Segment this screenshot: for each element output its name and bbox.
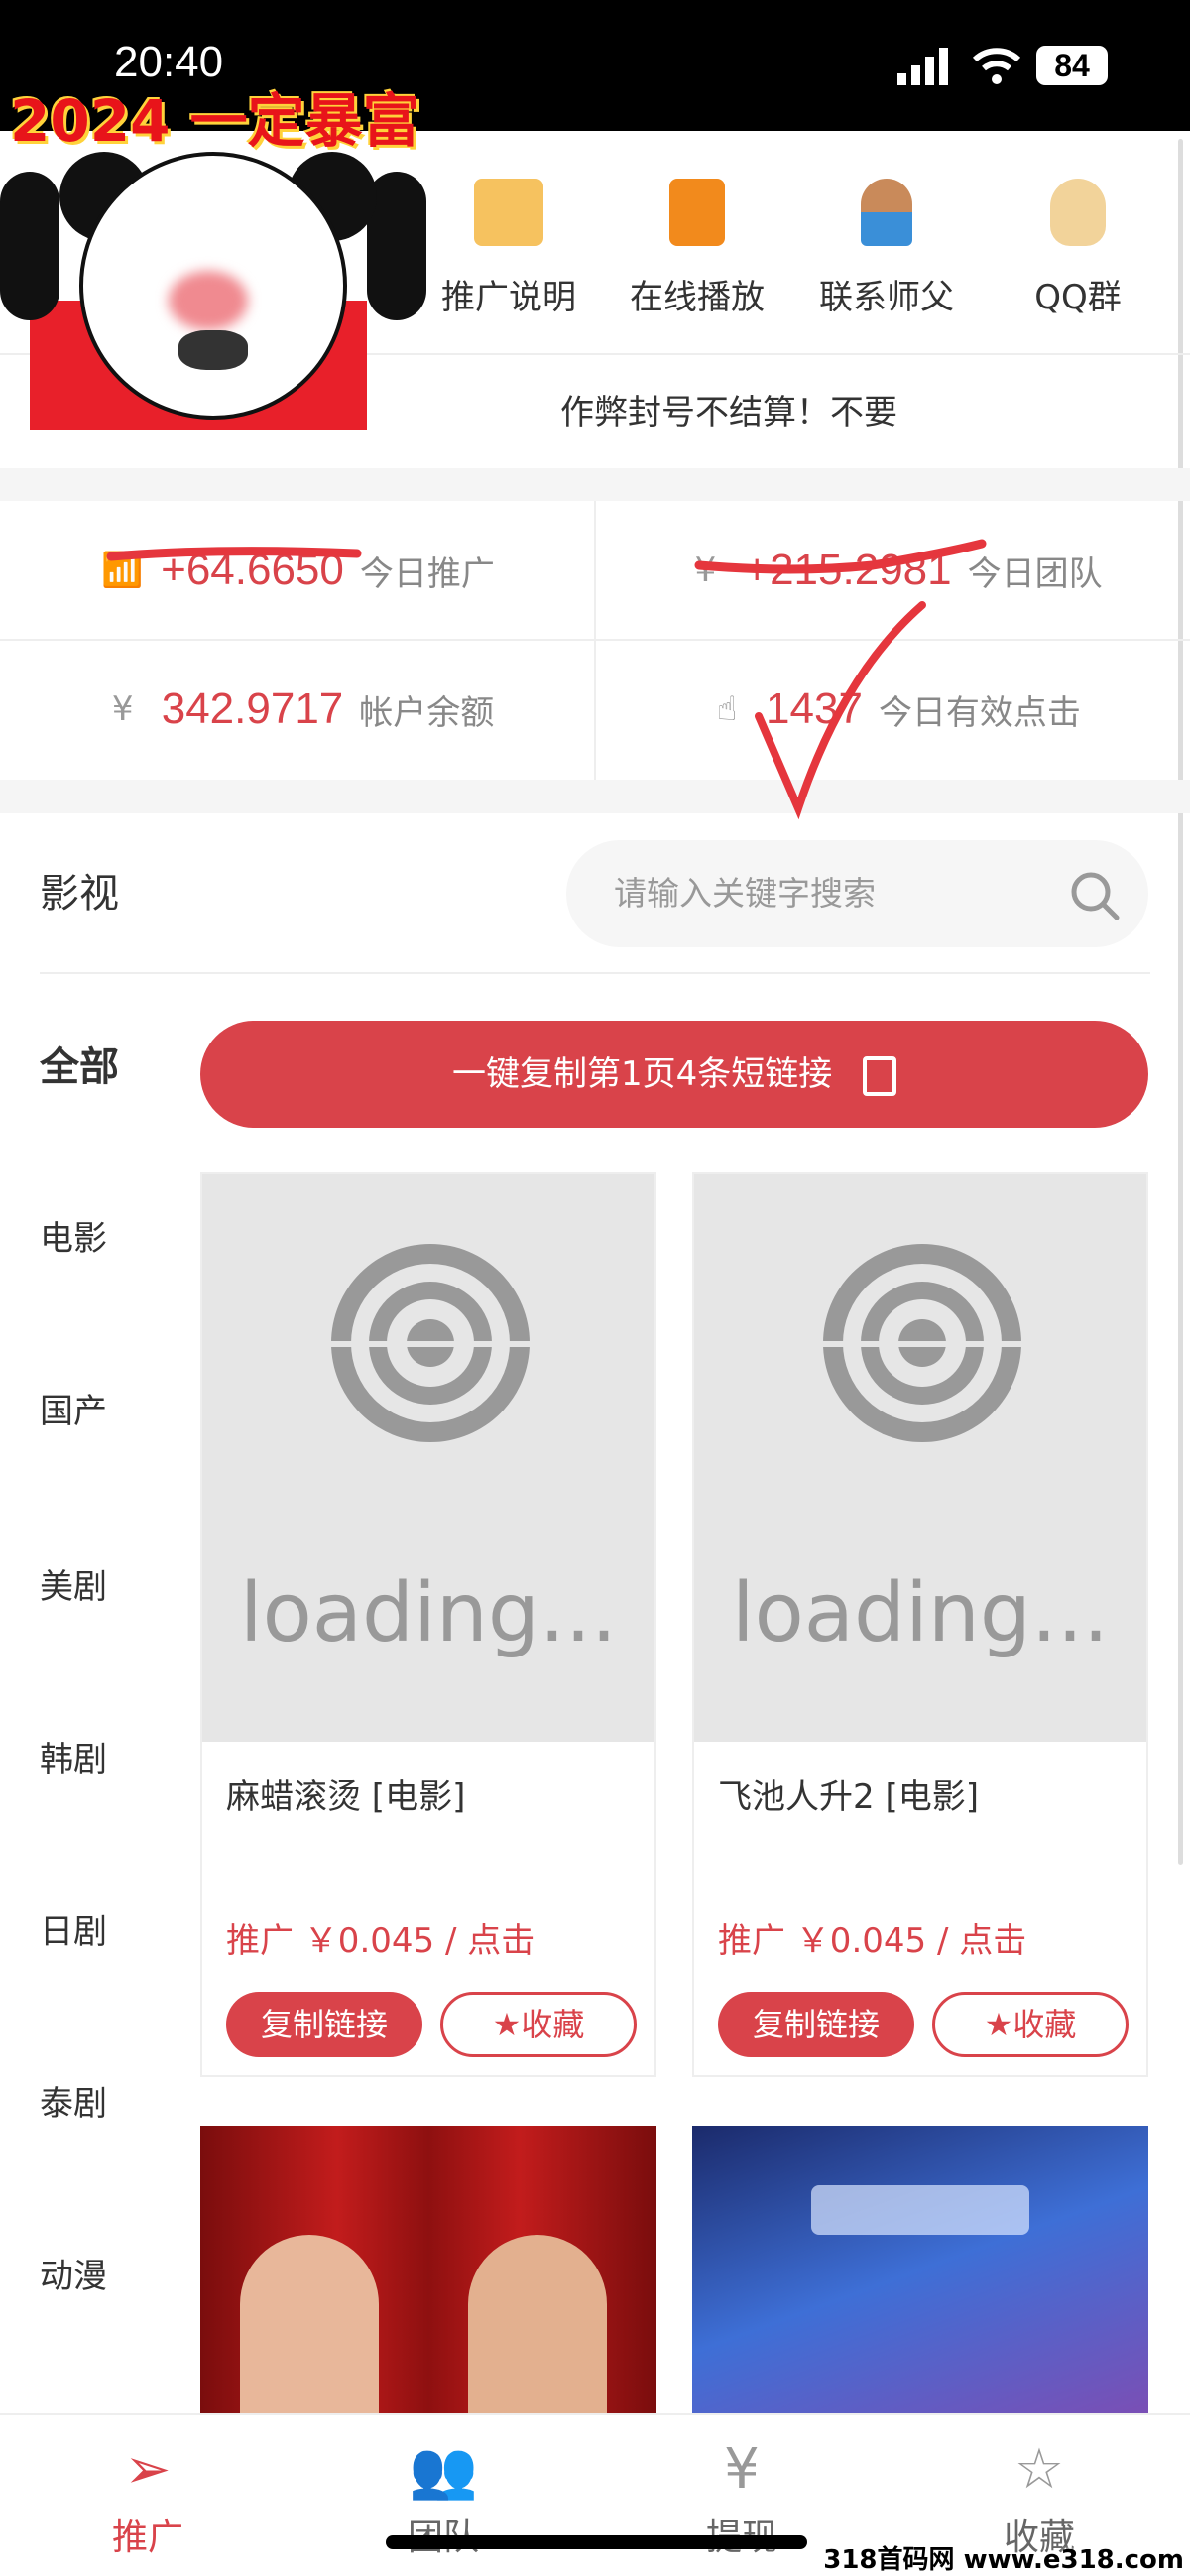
paper-plane-icon: ➢ xyxy=(124,2437,172,2502)
star-icon: ★ xyxy=(984,2006,1013,2043)
movie-title: 麻蜡滚烫 [电影] xyxy=(226,1778,466,1817)
category-thai-drama[interactable]: 泰剧 xyxy=(40,2076,107,2125)
handwritten-annotations xyxy=(106,539,987,820)
category-us-drama[interactable]: 美剧 xyxy=(40,1559,107,1608)
battery-indicator: 84 xyxy=(1036,46,1108,85)
star-icon: ★ xyxy=(492,2006,522,2043)
copy-all-links-button[interactable]: 一键复制第1页4条短链接 xyxy=(200,1021,1148,1128)
copy-link-button[interactable]: 复制链接 xyxy=(718,1992,914,2057)
favorite-button[interactable]: ★收藏 xyxy=(440,1992,637,2057)
loading-placeholder: loading... xyxy=(202,1174,654,1742)
team-icon: 👥 xyxy=(409,2438,478,2503)
movie-poster[interactable] xyxy=(692,2126,1148,2413)
home-indicator[interactable] xyxy=(386,2535,807,2549)
quick-link-promo-guide[interactable]: 推广说明 xyxy=(419,179,598,318)
quick-link-contact-mentor[interactable]: 联系师父 xyxy=(797,179,976,318)
signal-icon xyxy=(897,48,948,85)
folder-icon xyxy=(474,179,543,246)
category-anime[interactable]: 动漫 xyxy=(40,2249,107,2297)
promo-price: 推广 ￥0.045 / 点击 xyxy=(718,1921,1027,1961)
category-j-drama[interactable]: 日剧 xyxy=(40,1904,107,1953)
section-title: 影视 xyxy=(40,871,119,917)
movie-poster[interactable] xyxy=(200,2126,656,2413)
movie-title: 飞池人升2 [电影] xyxy=(718,1778,979,1817)
loading-icon xyxy=(321,1244,539,1442)
category-movie[interactable]: 电影 xyxy=(40,1211,107,1260)
category-k-drama[interactable]: 韩剧 xyxy=(40,1732,107,1780)
watermark: 318首码网 www.e318.com xyxy=(823,2545,1184,2575)
loading-icon xyxy=(813,1244,1031,1442)
movie-card[interactable]: loading... 麻蜡滚烫 [电影] 推广 ￥0.045 / 点击 复制链接… xyxy=(200,1172,656,2077)
favorite-button[interactable]: ★收藏 xyxy=(932,1992,1129,2057)
withdraw-yen-icon: ¥ xyxy=(724,2437,760,2502)
quick-link-qq-group[interactable]: QQ群 xyxy=(989,179,1167,318)
search-input[interactable]: 请输入关键字搜索 xyxy=(566,840,1148,947)
wifi-icon xyxy=(972,48,1021,84)
quick-link-online-play[interactable]: 在线播放 xyxy=(608,179,786,318)
star-icon: ☆ xyxy=(1013,2437,1065,2502)
category-all[interactable]: 全部 xyxy=(40,1035,119,1092)
copy-icon xyxy=(863,1055,897,1096)
copy-link-button[interactable]: 复制链接 xyxy=(226,1992,422,2057)
play-video-icon xyxy=(669,179,725,246)
qq-penguin-icon xyxy=(1050,179,1106,246)
meme-sticker: 2024 一定暴富 xyxy=(0,82,430,430)
customer-service-icon xyxy=(861,179,912,246)
divider xyxy=(40,972,1150,974)
search-icon[interactable] xyxy=(1069,870,1121,921)
tab-promote[interactable]: ➢ 推广 xyxy=(49,2437,247,2560)
movie-card[interactable]: loading... 飞池人升2 [电影] 推广 ￥0.045 / 点击 复制链… xyxy=(692,1172,1148,2077)
category-domestic[interactable]: 国产 xyxy=(40,1384,107,1432)
loading-placeholder: loading... xyxy=(694,1174,1146,1742)
promo-price: 推广 ￥0.045 / 点击 xyxy=(226,1921,536,1961)
